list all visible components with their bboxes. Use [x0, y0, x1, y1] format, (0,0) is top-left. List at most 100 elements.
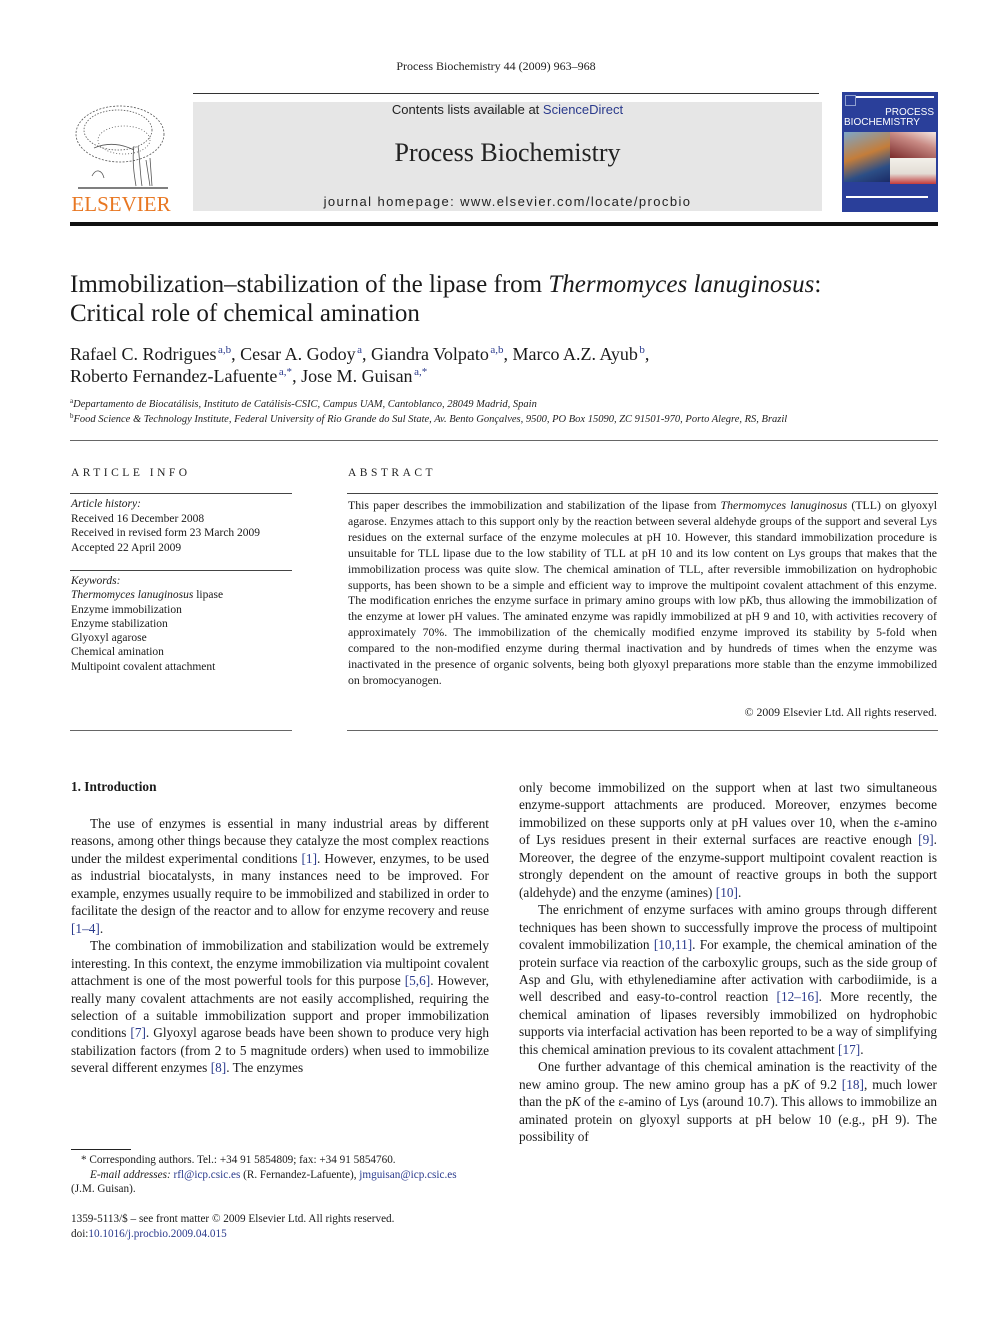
introduction-heading: 1. Introduction	[71, 779, 157, 794]
issn-line: 1359-5113/$ – see front matter © 2009 El…	[71, 1213, 395, 1225]
citation-link[interactable]: [10,11]	[654, 937, 692, 952]
corresponding-author-footnote: * Corresponding authors. Tel.: +34 91 58…	[71, 1153, 491, 1197]
abstract-heading: ABSTRACT	[348, 467, 437, 479]
title-species: Thermomyces lanuginosus	[548, 271, 815, 298]
author[interactable]: Roberto Fernandez-Lafuente a,*	[70, 366, 292, 386]
paper-title: Immobilization–stabilization of the lipa…	[70, 270, 940, 328]
doi-link[interactable]: 10.1016/j.procbio.2009.04.015	[88, 1228, 226, 1240]
journal-title[interactable]: Process Biochemistry	[193, 138, 822, 168]
keyword: Chemical amination	[71, 646, 164, 659]
section-divider	[70, 440, 938, 441]
author[interactable]: Jose M. Guisan a,*	[301, 366, 427, 386]
corresponding-contact: * Corresponding authors. Tel.: +34 91 58…	[81, 1154, 396, 1166]
cover-image-plate	[890, 158, 936, 184]
sciencedirect-link[interactable]: ScienceDirect	[543, 102, 623, 117]
affiliations: aDepartamento de Biocatálisis, Instituto…	[70, 397, 940, 427]
contents-prefix: Contents lists available at	[391, 102, 543, 117]
email-addresses: E-mail addresses: rfl@icp.csic.es (R. Fe…	[90, 1168, 457, 1181]
title-part1: Immobilization–stabilization of the lipa…	[70, 271, 549, 298]
keyword: Enzyme immobilization	[71, 603, 182, 616]
email-link[interactable]: jmguisan@icp.csic.es	[359, 1169, 456, 1181]
running-header: Process Biochemistry 44 (2009) 963–968	[396, 59, 596, 73]
italic-text: K	[571, 1094, 581, 1110]
article-info-heading: ARTICLE INFO	[71, 467, 191, 479]
author-list: Rafael C. Rodrigues a,b, Cesar A. Godoy …	[70, 344, 650, 386]
keyword: Enzyme stabilization	[71, 617, 168, 630]
keywords: Keywords: Thermomyces lanuginosus lipase…	[71, 574, 293, 674]
keyword: Glyoxyl agarose	[71, 632, 147, 645]
journal-homepage-link[interactable]: journal homepage: www.elsevier.com/locat…	[193, 194, 822, 209]
italic-text: K	[790, 1076, 800, 1092]
citation-link[interactable]: [5,6]	[405, 973, 430, 988]
email-owner: (J.M. Guisan).	[71, 1183, 136, 1196]
title-line2: Critical role of chemical amination	[70, 300, 420, 327]
keywords-label: Keywords:	[71, 575, 121, 587]
journal-cover-thumbnail[interactable]: PROCESS BIOCHEMISTRY	[842, 92, 938, 212]
elsevier-wordmark: ELSEVIER	[71, 192, 171, 216]
email-link[interactable]: rfl@icp.csic.es	[173, 1169, 240, 1181]
citation-link[interactable]: [8]	[211, 1060, 227, 1075]
abstract-text: This paper describes the immobilization …	[348, 498, 938, 687]
author-affil-marker[interactable]: a,*	[414, 366, 427, 378]
keyword: Thermomyces lanuginosus lipase	[71, 589, 224, 602]
text-run: of the ε-amino of Lys (around 10.7). Thi…	[519, 1094, 937, 1145]
author[interactable]: Giandra Volpato a,b	[371, 344, 503, 364]
divider	[347, 730, 938, 731]
contents-line: Contents lists available at ScienceDirec…	[193, 102, 822, 117]
keyword: Multipoint covalent attachment	[71, 660, 216, 673]
cover-bar	[856, 96, 934, 98]
body-column-right: only become immobilized on the support w…	[519, 779, 937, 1146]
cover-title-line2: BIOCHEMISTRY	[844, 117, 920, 128]
paragraph: One further advantage of this chemical a…	[519, 1058, 937, 1145]
title-part2: :	[814, 271, 822, 298]
cover-bar	[846, 196, 928, 198]
affiliation: bFood Science & Technology Institute, Fe…	[70, 412, 788, 426]
article-history: Article history: Received 16 December 20…	[71, 497, 293, 555]
citation-link[interactable]: [7]	[130, 1025, 146, 1040]
cover-image-pipette	[890, 132, 936, 158]
cover-publisher-icon	[845, 95, 856, 106]
divider	[70, 730, 292, 731]
author[interactable]: Marco A.Z. Ayub b	[513, 344, 645, 364]
history-label: Article history:	[71, 498, 141, 510]
paragraph: The combination of immobilization and st…	[71, 937, 489, 1077]
citation-link[interactable]: [9]	[918, 832, 934, 847]
text-run: .	[737, 884, 742, 900]
doi-line: doi:10.1016/j.procbio.2009.04.015	[71, 1227, 227, 1240]
citation-link[interactable]: [10]	[716, 885, 738, 900]
elsevier-logo[interactable]: ELSEVIER	[68, 100, 174, 216]
history-item: Received 16 December 2008	[71, 512, 205, 525]
author-affil-marker[interactable]: a,b	[490, 344, 503, 356]
paragraph: The enrichment of enzyme surfaces with a…	[519, 901, 937, 1058]
front-matter: 1359-5113/$ – see front matter © 2009 El…	[71, 1212, 491, 1242]
history-item: Received in revised form 23 March 2009	[71, 527, 261, 539]
citation-link[interactable]: [1–4]	[71, 921, 100, 936]
abstract-copyright: © 2009 Elsevier Ltd. All rights reserved…	[744, 705, 937, 719]
citation-link[interactable]: [17]	[838, 1042, 860, 1057]
masthead-bottom-rule	[70, 222, 938, 226]
text-run: . The enzymes	[226, 1060, 304, 1076]
citation-link[interactable]: [1]	[302, 851, 318, 866]
cover-image-lab	[844, 132, 890, 182]
citation-link[interactable]: [18]	[842, 1077, 864, 1092]
paragraph: only become immobilized on the support w…	[519, 779, 937, 901]
body-column-left: The use of enzymes is essential in many …	[71, 815, 489, 1077]
paragraph: The use of enzymes is essential in many …	[71, 815, 489, 937]
divider	[347, 493, 938, 494]
text-run: .	[860, 1041, 864, 1057]
author[interactable]: Cesar A. Godoy a	[240, 344, 362, 364]
divider	[70, 493, 292, 494]
text-run: only become immobilized on the support w…	[519, 780, 937, 848]
author-affil-marker[interactable]: a,*	[279, 366, 292, 378]
affiliation: aDepartamento de Biocatálisis, Instituto…	[70, 397, 537, 411]
elsevier-tree-icon	[75, 105, 168, 189]
author-affil-marker[interactable]: a,b	[218, 344, 231, 356]
author[interactable]: Rafael C. Rodrigues a,b	[70, 344, 231, 364]
citation-link[interactable]: [12–16]	[777, 989, 819, 1004]
history-item: Accepted 22 April 2009	[71, 541, 182, 554]
masthead-top-rule	[193, 93, 819, 94]
text-run: .	[99, 920, 104, 936]
text-run: of 9.2	[799, 1076, 842, 1092]
footnote-rule	[71, 1149, 131, 1150]
divider	[70, 570, 292, 571]
